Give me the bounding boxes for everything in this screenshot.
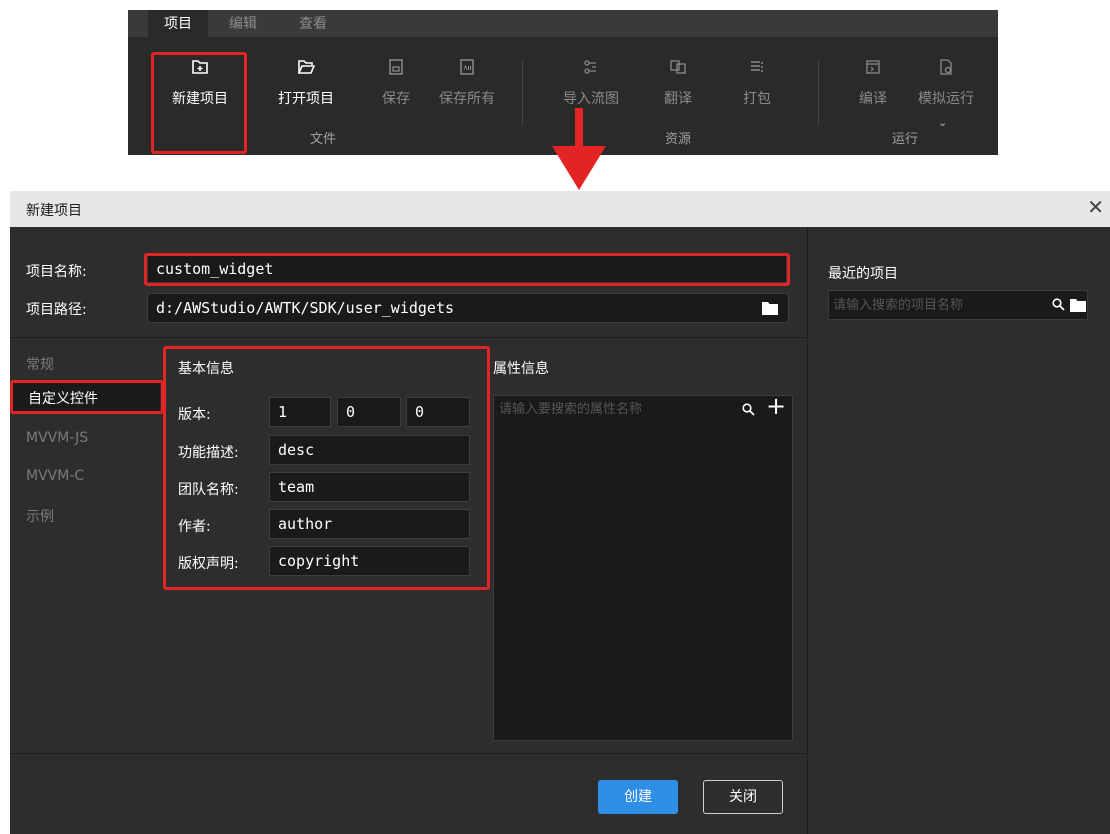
- highlight-project-name: [144, 253, 790, 286]
- highlight-new-project: [151, 52, 247, 154]
- nav-item-example[interactable]: 示例: [26, 506, 54, 526]
- divider: [10, 337, 807, 338]
- dialog-title: 新建项目: [26, 203, 82, 219]
- save-all-icon: [432, 48, 502, 80]
- close-button[interactable]: 关闭: [703, 780, 783, 814]
- ribbon-tab-bar: 项目 编辑 查看: [128, 10, 998, 38]
- compile-button[interactable]: 编译: [848, 48, 898, 108]
- tab-view[interactable]: 查看: [278, 10, 348, 38]
- folder-icon[interactable]: [1070, 298, 1086, 312]
- project-path-label: 项目路径:: [26, 302, 87, 318]
- dialog-titlebar: 新建项目 ✕: [10, 191, 1110, 227]
- highlight-basic-info: [163, 346, 490, 590]
- nav-item-general[interactable]: 常规: [26, 354, 54, 374]
- package-icon: [732, 48, 782, 80]
- create-button[interactable]: 创建: [598, 780, 678, 814]
- property-list[interactable]: [493, 395, 793, 741]
- property-search-input[interactable]: 请输入要搜索的属性名称: [493, 395, 763, 425]
- search-icon[interactable]: [742, 403, 755, 416]
- translate-icon: [653, 48, 703, 80]
- divider: [10, 753, 807, 754]
- tab-project[interactable]: 项目: [148, 10, 208, 38]
- import-flow-icon: [556, 48, 626, 80]
- close-icon[interactable]: ✕: [1087, 195, 1104, 219]
- property-info-title: 属性信息: [493, 361, 549, 377]
- save-all-button[interactable]: 保存所有: [432, 48, 502, 108]
- package-button[interactable]: 打包: [732, 48, 782, 108]
- group-label-resource: 资源: [665, 132, 692, 147]
- ribbon-separator: [818, 60, 819, 126]
- add-property-icon[interactable]: +: [766, 392, 786, 420]
- folder-icon[interactable]: [762, 301, 778, 315]
- new-project-dialog: 新建项目 ✕ 项目名称: custom_widget 项目路径: d:/AWSt…: [10, 191, 1110, 834]
- chevron-down-icon[interactable]: ⌄: [938, 116, 947, 129]
- import-flow-button[interactable]: 导入流图: [556, 48, 626, 108]
- tab-edit[interactable]: 编辑: [208, 10, 278, 38]
- open-project-button[interactable]: 打开项目: [268, 48, 344, 108]
- recent-projects-title: 最近的项目: [828, 266, 898, 282]
- nav-item-mvvm-c[interactable]: MVVM-C: [26, 468, 84, 484]
- simulate-run-button[interactable]: 模拟运行: [908, 48, 984, 108]
- recent-search-input[interactable]: 请输入搜索的项目名称: [828, 290, 1088, 320]
- highlight-custom-widget: [10, 380, 164, 414]
- recent-projects-panel: 最近的项目 请输入搜索的项目名称: [807, 227, 1110, 834]
- compile-icon: [848, 48, 898, 80]
- search-icon[interactable]: [1052, 298, 1065, 311]
- ribbon-separator: [522, 60, 523, 126]
- project-name-label: 项目名称:: [26, 264, 87, 280]
- group-label-file: 文件: [310, 132, 337, 147]
- group-label-run: 运行: [892, 132, 919, 147]
- save-button[interactable]: 保存: [374, 48, 418, 108]
- open-folder-icon: [268, 48, 344, 80]
- save-icon: [374, 48, 418, 80]
- translate-button[interactable]: 翻译: [653, 48, 703, 108]
- nav-item-mvvm-js[interactable]: MVVM-JS: [26, 430, 88, 446]
- red-down-arrow-icon: [552, 108, 606, 190]
- project-path-input[interactable]: d:/AWStudio/AWTK/SDK/user_widgets: [147, 293, 789, 323]
- simulate-icon: [908, 48, 984, 80]
